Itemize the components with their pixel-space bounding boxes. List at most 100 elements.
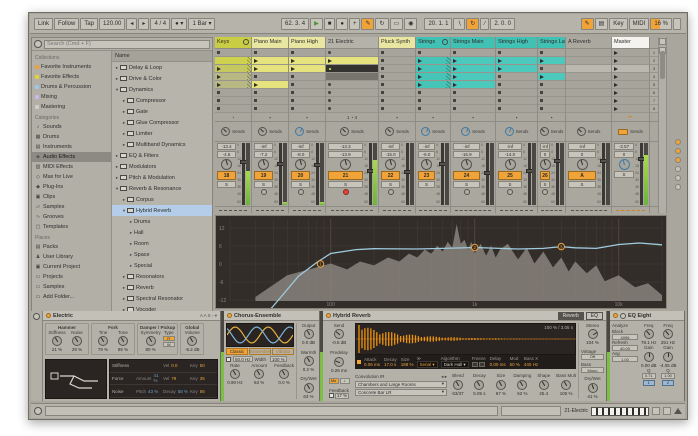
collection-drums-percussion[interactable]: Drums & Percussion xyxy=(32,82,111,92)
hpf-value[interactable]: 50.0 Hz xyxy=(233,356,253,362)
ir-file-dropdown[interactable]: Concrete Bar LR▾ xyxy=(355,389,447,396)
track-header[interactable]: Strings Layer xyxy=(538,37,565,49)
category-templates[interactable]: ▢Templates xyxy=(32,222,111,232)
track-activator-button[interactable]: 24 xyxy=(453,171,480,180)
tree-item-hall[interactable]: ▸Hall xyxy=(112,227,212,238)
cpu-meter[interactable]: 16 % xyxy=(650,18,672,30)
group-fold-icon[interactable] xyxy=(442,39,448,45)
place-user-library[interactable]: ♟User Library xyxy=(32,252,111,262)
send-a-knob[interactable] xyxy=(221,127,230,136)
place-current-project[interactable]: ▣Current Project xyxy=(32,262,111,272)
track-header[interactable]: 21 Electric xyxy=(326,37,378,49)
solo-button[interactable]: S xyxy=(568,181,596,188)
track-activator-button[interactable]: 22 xyxy=(381,171,400,180)
peak-level-display[interactable]: -inf xyxy=(418,143,435,150)
param-mod[interactable]: Mod50 % xyxy=(510,356,520,368)
arm-record-button[interactable] xyxy=(298,189,304,195)
sends-tag[interactable] xyxy=(618,129,628,135)
device-on-toggle[interactable] xyxy=(326,313,331,318)
feedback-toggle[interactable] xyxy=(329,393,334,398)
track-header[interactable]: A Reverb xyxy=(566,37,611,49)
clip-slot[interactable] xyxy=(416,89,450,97)
crossfader-cell[interactable] xyxy=(416,206,450,213)
analyze-label[interactable]: Analyze xyxy=(612,323,638,328)
clip-slot[interactable] xyxy=(326,81,378,89)
show-crossfader-toggle[interactable] xyxy=(675,184,681,190)
solo-button[interactable]: S xyxy=(217,181,236,188)
automation-arm-toggle[interactable]: ✎ xyxy=(361,18,374,30)
play-button[interactable]: ▶ xyxy=(310,18,323,30)
clip[interactable] xyxy=(496,65,537,73)
pan-knob[interactable] xyxy=(221,159,232,170)
param-value[interactable]: 56 xyxy=(200,389,205,394)
clip-slot[interactable] xyxy=(538,105,565,113)
group-slot[interactable] xyxy=(416,73,450,81)
clip-slot[interactable] xyxy=(252,105,288,113)
crossfader-cell[interactable] xyxy=(289,206,325,213)
clip-slot[interactable] xyxy=(326,73,378,81)
pan-knob[interactable] xyxy=(505,159,516,170)
clip-slot[interactable] xyxy=(538,97,565,105)
tree-item-compressor[interactable]: ▸Compressor xyxy=(112,95,212,106)
crossfader-cell[interactable] xyxy=(451,206,495,213)
mode-classic[interactable]: Classic xyxy=(226,348,248,355)
param-value[interactable]: 50 xyxy=(200,363,205,368)
knob[interactable] xyxy=(644,352,654,362)
tree-item-reverb-resonance[interactable]: ▾Reverb & Resonance xyxy=(112,183,212,194)
solo-button[interactable]: S xyxy=(453,181,480,188)
session-scrollbar[interactable] xyxy=(659,37,667,213)
send-a-knob[interactable] xyxy=(258,127,267,136)
pan-knob[interactable] xyxy=(577,159,588,170)
collection-favorite-instruments[interactable]: Favorite Instruments xyxy=(32,62,111,72)
peak-level-display[interactable]: -inf xyxy=(540,143,550,150)
clip-slot[interactable] xyxy=(252,73,288,81)
punch-in-toggle[interactable]: ∖ xyxy=(453,18,465,30)
solo-button[interactable]: S xyxy=(381,181,400,188)
track-header[interactable]: Strings Main xyxy=(451,37,495,49)
category-max-for-live[interactable]: ◇Max for Live xyxy=(32,172,111,182)
key-map-mode-button[interactable]: Key xyxy=(609,18,627,30)
volume-fader[interactable] xyxy=(528,143,531,205)
clip[interactable] xyxy=(451,73,495,81)
loop-length-display[interactable]: 2. 0. 0 xyxy=(490,18,515,30)
knob[interactable] xyxy=(187,336,197,346)
device-on-toggle[interactable] xyxy=(46,313,51,318)
expand-display-icon[interactable] xyxy=(620,313,626,319)
crossfader-cell[interactable] xyxy=(566,206,611,213)
crossfader-cell[interactable] xyxy=(252,206,288,213)
collection-mastering[interactable]: Mastering xyxy=(32,102,111,112)
scene-launch-slot[interactable] xyxy=(612,81,649,89)
clip-slot[interactable] xyxy=(496,49,537,57)
category-audio-effects[interactable]: ◈Audio Effects xyxy=(32,152,111,162)
mode-ensemble[interactable]: Ensemble xyxy=(249,348,271,355)
tree-item-resonators[interactable]: ▸Resonators xyxy=(112,271,212,282)
scene-number[interactable]: 5 xyxy=(650,81,658,89)
param-delay[interactable]: Delay0.00 ms xyxy=(490,356,506,368)
show-hide-detail-view-button[interactable] xyxy=(674,408,682,414)
device-header-icons[interactable]: A A S ◦ ▾ xyxy=(200,313,217,319)
clip-slot[interactable] xyxy=(416,97,450,105)
track-header[interactable]: Master xyxy=(612,37,649,49)
clip-slot[interactable] xyxy=(289,81,325,89)
solo-button[interactable]: S xyxy=(418,181,435,188)
tree-item-special[interactable]: ▸Special xyxy=(112,260,212,271)
clip-slot[interactable] xyxy=(496,81,537,89)
volume-fader[interactable] xyxy=(640,143,643,205)
volume-display[interactable]: 0 xyxy=(568,151,596,158)
knob[interactable] xyxy=(304,356,314,366)
record-button[interactable]: ● xyxy=(336,18,348,30)
predelay-knob[interactable] xyxy=(334,357,344,367)
value-box[interactable]: 1.00 xyxy=(612,356,638,362)
width-value[interactable]: 100 % xyxy=(270,356,287,362)
arm-record-button[interactable] xyxy=(507,189,513,195)
clip[interactable] xyxy=(538,57,565,65)
send-a-knob[interactable] xyxy=(461,127,470,136)
time-mode-sync-button[interactable]: ♪ xyxy=(340,378,350,384)
clip-slot[interactable] xyxy=(496,89,537,97)
knob[interactable] xyxy=(279,369,289,379)
browser-preview-icon[interactable] xyxy=(34,40,42,48)
param-value[interactable]: 43 % xyxy=(148,389,158,394)
show-io-toggle[interactable] xyxy=(675,139,681,145)
send-a-knob[interactable] xyxy=(295,127,304,136)
volume-display[interactable]: -16.9 xyxy=(453,151,480,158)
